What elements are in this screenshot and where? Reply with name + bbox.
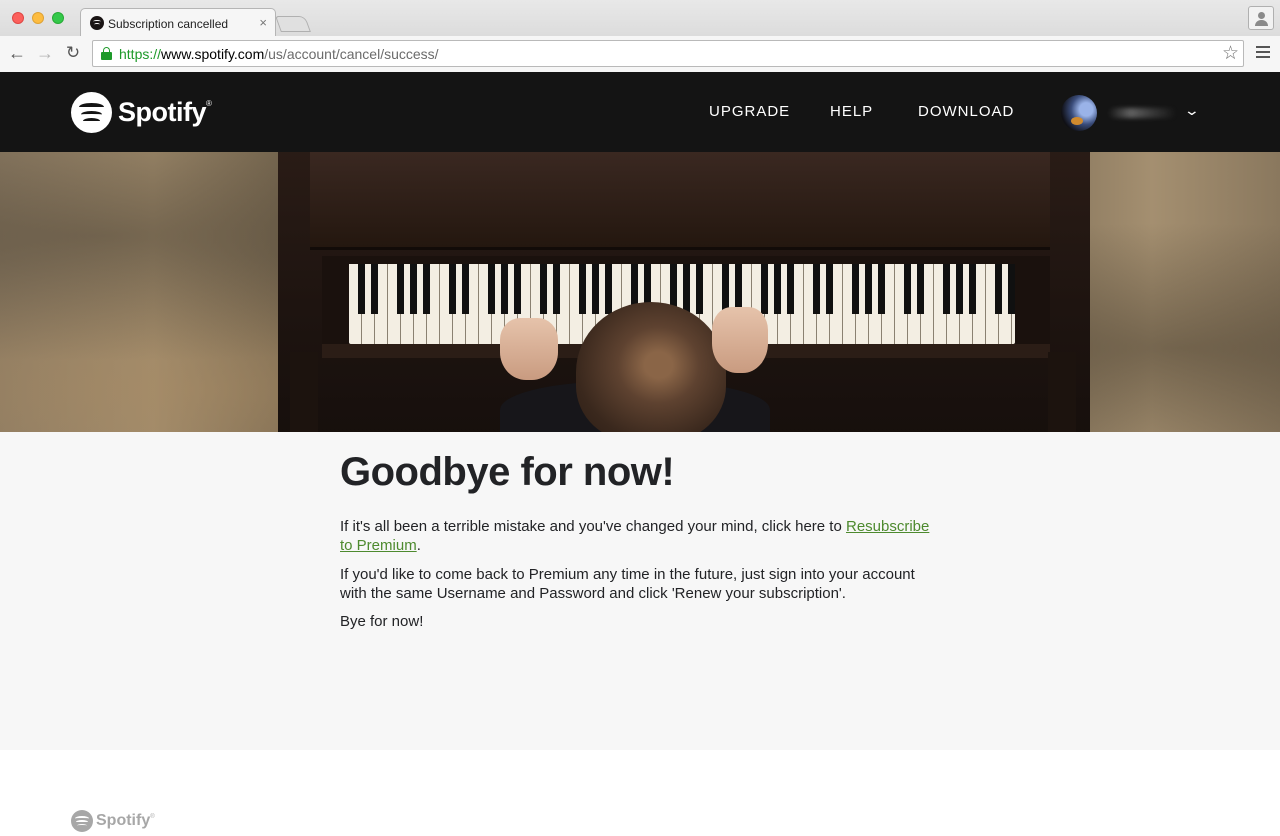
url-host: www.spotify.com: [161, 46, 265, 62]
pianist-right-hand: [712, 307, 768, 373]
browser-toolbar: ← → ↻ https://www.spotify.com/us/account…: [0, 36, 1280, 72]
resubscribe-paragraph: If it's all been a terrible mistake and …: [340, 517, 940, 555]
footer-spotify-logo-icon: [71, 810, 93, 832]
username-redacted[interactable]: [1108, 108, 1176, 118]
browser-chrome: Subscription cancelled × ← → ↻ https://w…: [0, 0, 1280, 72]
spotify-logo[interactable]: Spotify ®: [71, 91, 212, 133]
spotify-logo-icon: [71, 91, 112, 133]
logo-trademark: ®: [206, 99, 212, 108]
hero-piano-image: [0, 152, 1280, 432]
close-window-button[interactable]: [12, 12, 24, 24]
zoom-window-button[interactable]: [52, 12, 64, 24]
resubscribe-text: If it's all been a terrible mistake and …: [340, 518, 846, 535]
minimize-window-button[interactable]: [32, 12, 44, 24]
spotify-favicon-icon: [90, 16, 104, 30]
footer-spotify-logo[interactable]: Spotify ®: [71, 810, 155, 832]
new-tab-button[interactable]: [275, 16, 311, 32]
url-text[interactable]: https://www.spotify.com/us/account/cance…: [119, 46, 439, 62]
url-scheme: https://: [119, 46, 162, 62]
logo-wordmark: Spotify: [118, 96, 207, 127]
hamburger-menu-icon[interactable]: [1256, 46, 1270, 60]
renew-info-paragraph: If you'd like to come back to Premium an…: [340, 566, 915, 602]
tab-close-icon[interactable]: ×: [259, 15, 267, 30]
footer-logo-wordmark: Spotify: [96, 812, 151, 829]
url-path: /us/account/cancel/success/: [264, 46, 439, 62]
farewell-paragraph: Bye for now!: [340, 613, 424, 630]
piano-leg-left: [290, 352, 318, 432]
chevron-down-icon[interactable]: ⌄: [1184, 102, 1200, 119]
browser-tab-active[interactable]: Subscription cancelled ×: [80, 8, 276, 36]
address-bar[interactable]: https://www.spotify.com/us/account/cance…: [92, 40, 1244, 67]
tab-strip: Subscription cancelled ×: [0, 0, 1280, 36]
piano-black-keys: [349, 264, 1015, 314]
resubscribe-period: .: [416, 537, 421, 554]
tab-title: Subscription cancelled: [108, 17, 229, 31]
site-footer: Spotify ®: [0, 750, 1280, 836]
profile-person-icon[interactable]: [1248, 6, 1274, 30]
star-icon[interactable]: ☆: [1222, 42, 1239, 65]
reload-icon[interactable]: ↻: [62, 42, 84, 64]
piano-lid: [310, 152, 1050, 250]
avatar[interactable]: [1061, 95, 1097, 131]
footer-logo-trademark: ®: [150, 814, 155, 820]
forward-arrow-icon[interactable]: →: [34, 42, 56, 64]
back-arrow-icon[interactable]: ←: [6, 42, 28, 64]
cancel-success-content: Goodbye for now! If it's all been a terr…: [0, 432, 1280, 750]
piano-leg-right: [1048, 352, 1076, 432]
nav-upgrade-link[interactable]: UPGRADE: [709, 103, 790, 120]
nav-download-link[interactable]: DOWNLOAD: [918, 103, 1014, 120]
page-title: Goodbye for now!: [340, 450, 675, 494]
pianist-left-hand: [500, 318, 558, 380]
site-header: Spotify ® UPGRADE HELP DOWNLOAD ⌄: [0, 72, 1280, 152]
nav-help-link[interactable]: HELP: [830, 103, 873, 120]
lock-icon: [101, 47, 112, 60]
pianist-head: [576, 302, 726, 432]
